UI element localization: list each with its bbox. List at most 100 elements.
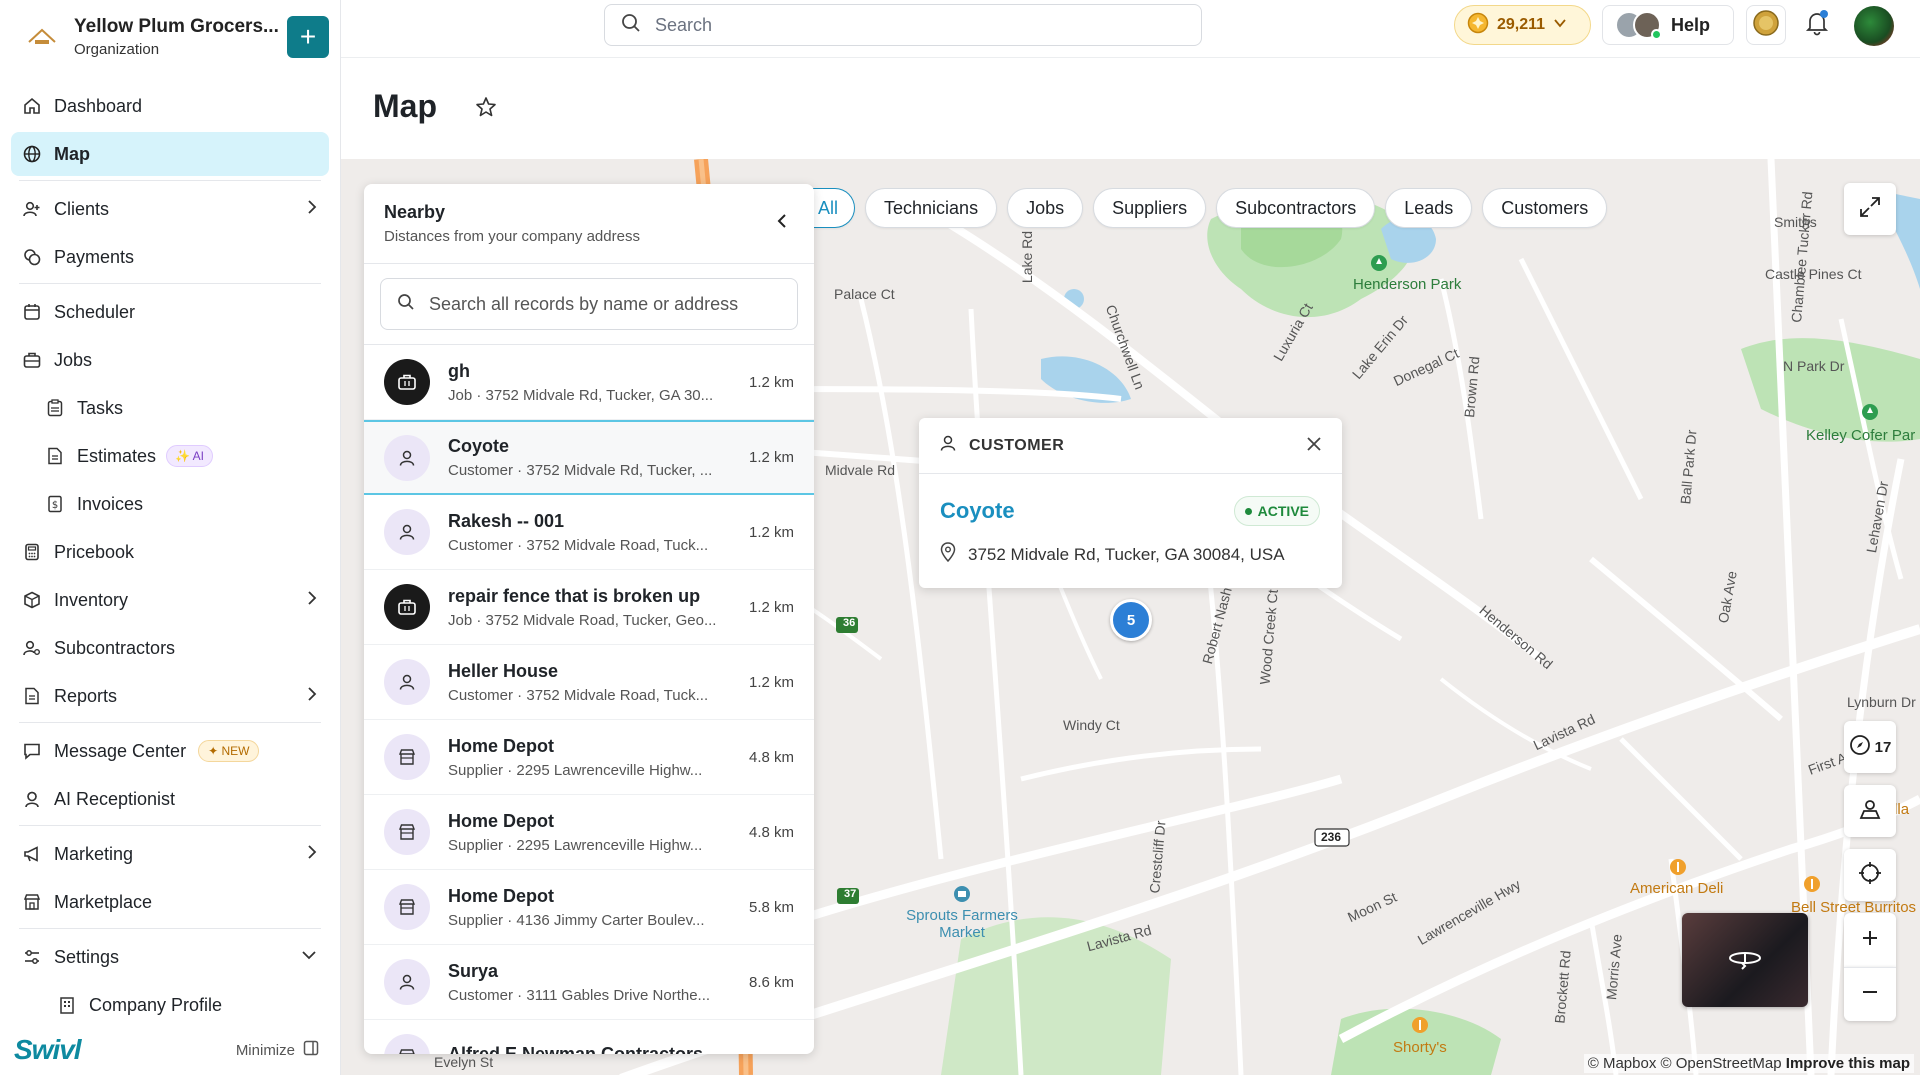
row-meta: Customer · 3111 Gables Drive Northe... [448,986,711,1004]
sidebar-item-tasks[interactable]: Tasks [11,386,329,430]
sidebar-item-label: Tasks [77,397,124,418]
zoom-in-button[interactable] [1844,913,1896,967]
notifications-button[interactable] [1797,5,1837,45]
sidebar-item-scheduler[interactable]: Scheduler [11,290,329,334]
credits-button[interactable]: 29,211 [1454,5,1591,45]
sidebar-item-jobs[interactable]: Jobs [11,338,329,382]
star-icon[interactable] [475,96,497,123]
toolbox-icon [384,359,430,405]
sidebar-item-label: Inventory [54,589,129,610]
address-text: 3752 Midvale Rd, Tucker, GA 30084, USA [968,544,1285,564]
sidebar-item-estimates[interactable]: Estimates ✨ AI [11,434,329,478]
nearby-search[interactable] [380,278,798,330]
compass-icon [1849,734,1871,760]
list-item[interactable]: Home Depot Supplier · 2295 Lawrenceville … [364,795,814,870]
sidebar-item-label: Subcontractors [54,637,176,658]
sidebar-item-settings[interactable]: Settings [11,935,329,979]
search-input[interactable] [655,14,1155,36]
org-switcher[interactable]: Yellow Plum Grocers... Organization + [24,12,329,62]
global-search[interactable] [604,4,1202,46]
zoom-out-button[interactable] [1844,967,1896,1021]
row-meta: Job · 3752 Midvale Rd, Tucker, GA 30... [448,386,714,404]
status-badge: ACTIVE [1233,496,1320,526]
sidebar-item-reports[interactable]: Reports [11,674,329,718]
cluster-marker[interactable]: 5 [1110,599,1152,641]
locate-button[interactable] [1844,849,1896,901]
filter-jobs[interactable]: Jobs [1007,188,1084,228]
new-badge: ✦ NEW [198,740,260,762]
grocery-pin-icon [953,885,971,910]
list-item[interactable]: Home Depot Supplier · 4136 Jimmy Carter B… [364,870,814,945]
fullscreen-button[interactable] [1844,183,1896,235]
food-pin-icon [1411,1016,1429,1041]
filter-suppliers[interactable]: Suppliers [1093,188,1207,228]
route-shield-236: 236 [1321,830,1342,844]
row-name: Home Depot [448,885,555,906]
list-item[interactable]: Heller House Customer · 3752 Midvale Road… [364,645,814,720]
sidebar-item-invoices[interactable]: $ Invoices [11,482,329,526]
divider [19,722,321,723]
sidebar-item-subcontractors[interactable]: Subcontractors [11,626,329,670]
route-shield-37: 37 [844,888,857,900]
rewards-button[interactable] [1746,5,1786,45]
nearby-panel: Nearby Distances from your company addre… [364,184,814,1054]
osm-attribution[interactable]: © OpenStreetMap [1661,1055,1782,1072]
sidebar-item-inventory[interactable]: Inventory [11,578,329,622]
sidebar-item-payments[interactable]: Payments [11,235,329,279]
mapbox-attribution[interactable]: © Mapbox [1588,1055,1657,1072]
filter-leads[interactable]: Leads [1385,188,1473,228]
minimize-button[interactable]: Minimize [236,1040,319,1060]
sidebar-item-dashboard[interactable]: Dashboard [11,84,329,128]
medal-icon [1752,9,1780,42]
people-location-button[interactable] [1844,785,1896,837]
user-icon [384,434,430,481]
chevron-left-icon[interactable] [776,212,788,235]
list-item[interactable]: Coyote Customer · 3752 Midvale Rd, Tucker… [364,420,814,495]
list-item[interactable]: Home Depot Supplier · 2295 Lawrenceville … [364,720,814,795]
close-icon[interactable] [1306,436,1322,457]
map-filters: All Technicians Jobs Suppliers Subcontra… [808,188,1608,228]
popup-customer-name[interactable]: Coyote [940,498,1015,524]
nearby-search-input[interactable] [429,293,759,315]
help-label: Help [1671,14,1711,35]
sidebar-item-clients[interactable]: Clients [11,187,329,231]
filter-technicians[interactable]: Technicians [865,188,998,228]
avatar [1633,11,1662,40]
sidebar-item-pricebook[interactable]: Pricebook [11,530,329,574]
help-button[interactable]: Help [1602,5,1734,45]
nearby-title: Nearby [384,202,446,222]
list-item[interactable]: gh Job · 3752 Midvale Rd, Tucker, GA 30..… [364,345,814,420]
list-item[interactable]: Rakesh -- 001 Customer · 3752 Midvale Roa… [364,495,814,570]
row-meta: Customer · 3752 Midvale Rd, Tucker, ... [448,462,713,479]
divider [19,283,321,284]
sidebar-item-map[interactable]: Map [11,132,329,176]
sidebar-item-message-center[interactable]: Message Center ✦ NEW [11,729,329,773]
user-pin-icon [1858,797,1882,826]
tracker-button[interactable]: 17 [1844,721,1896,773]
improve-map-link[interactable]: Improve this map [1786,1055,1910,1072]
row-name: Home Depot [448,735,555,756]
crosshair-icon [1858,861,1882,890]
sidebar-item-marketplace[interactable]: Marketplace [11,880,329,924]
list-item[interactable]: repair fence that is broken up Job · 3752… [364,570,814,645]
row-meta: Supplier · 4136 Jimmy Carter Boulev... [448,911,705,929]
list-item[interactable]: Surya Customer · 3111 Gables Drive Northe… [364,945,814,1020]
user-cog-icon [22,638,42,658]
megaphone-icon [22,844,42,864]
sidebar-item-marketing[interactable]: Marketing [11,832,329,876]
sidebar-item-company-profile[interactable]: Company Profile [11,983,329,1027]
list-item[interactable]: Alfred E Newman Contractors [364,1020,814,1054]
row-name: gh [448,360,470,381]
user-avatar[interactable] [1854,6,1894,46]
filter-subcontractors[interactable]: Subcontractors [1216,188,1376,228]
filter-all[interactable]: All [808,188,856,228]
street-view-thumbnail[interactable] [1682,913,1808,1007]
map-label-sprouts: Sprouts Farmers Market [906,907,1018,941]
credits-value: 29,211 [1497,16,1546,33]
sidebar-item-ai-receptionist[interactable]: AI Receptionist [11,777,329,821]
popup-header: CUSTOMER [919,418,1342,474]
sidebar-item-label: Settings [54,946,120,967]
filter-customers[interactable]: Customers [1482,188,1608,228]
add-button[interactable]: + [287,16,329,58]
calendar-icon [22,302,42,322]
